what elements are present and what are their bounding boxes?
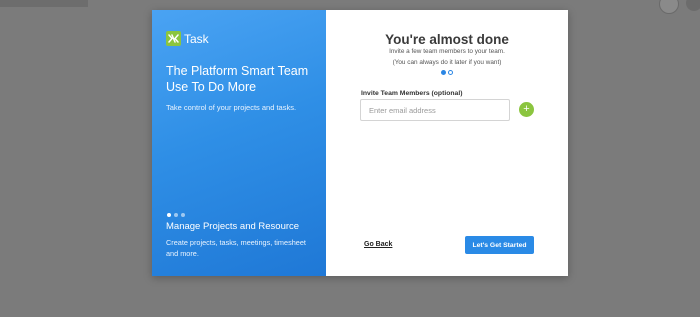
promo-subline: Take control of your projects and tasks. [166, 103, 297, 112]
go-back-link[interactable]: Go Back [364, 241, 392, 248]
feature-title: Manage Projects and Resource [166, 221, 300, 232]
brand-name: Task [184, 31, 209, 46]
carousel-dots [167, 213, 185, 217]
get-started-button[interactable]: Let's Get Started [465, 236, 534, 254]
brand-logo: Task [166, 31, 209, 46]
background-avatar [659, 0, 679, 14]
feature-description: Create projects, tasks, meetings, timesh… [166, 238, 306, 258]
step-indicator [441, 70, 453, 75]
page-subtitle: Invite a few team members to your team. [389, 48, 505, 55]
carousel-dot[interactable] [174, 213, 178, 217]
carousel-dot[interactable] [167, 213, 171, 217]
background-app-bar [0, 0, 88, 7]
invite-form-panel: You're almost done Invite a few team mem… [326, 10, 568, 276]
promo-headline: The Platform Smart Team Use To Do More [166, 64, 309, 94]
invite-members-label: Invite Team Members (optional) [361, 90, 463, 97]
add-member-button[interactable]: + [519, 102, 534, 117]
step-dot-active [448, 70, 453, 75]
promo-panel: Task The Platform Smart Team Use To Do M… [152, 10, 326, 276]
carousel-dot[interactable] [181, 213, 185, 217]
page-note: (You can always do it later if you want) [392, 59, 502, 66]
step-dot [441, 70, 446, 75]
onboarding-modal: Task The Platform Smart Team Use To Do M… [152, 10, 568, 276]
background-icon [686, 0, 700, 11]
plus-icon: + [523, 103, 530, 115]
task-logo-icon [166, 31, 181, 46]
email-input[interactable] [360, 99, 510, 121]
page-title: You're almost done [385, 32, 509, 47]
